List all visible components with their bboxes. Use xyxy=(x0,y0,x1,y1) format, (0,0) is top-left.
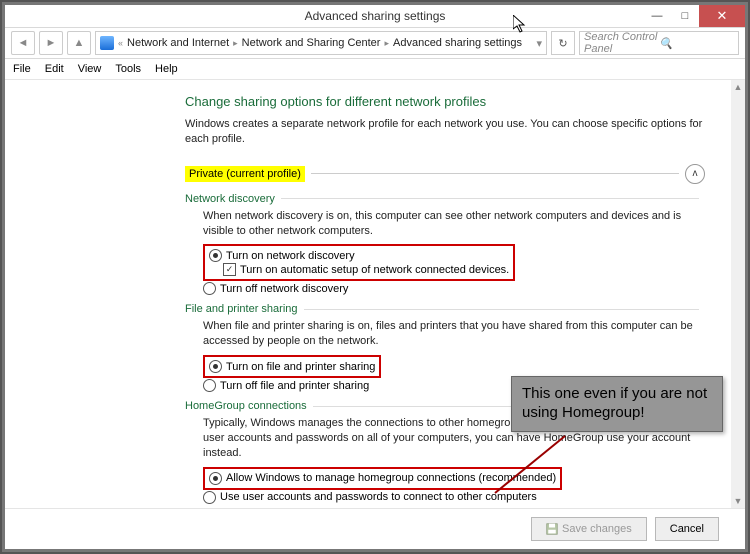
section-file-printer: File and printer sharing xyxy=(185,303,705,315)
back-button[interactable]: ◄ xyxy=(11,31,35,55)
search-placeholder: Search Control Panel xyxy=(584,31,659,55)
intro-text: Windows creates a separate network profi… xyxy=(185,117,705,147)
footer: Save changes Cancel xyxy=(5,508,745,549)
radio-fp-on[interactable] xyxy=(209,360,222,373)
nd-auto-label: Turn on automatic setup of network conne… xyxy=(240,264,509,276)
fp-on-label: Turn on file and printer sharing xyxy=(226,361,375,373)
nav-bar: ◄ ► ▲ « Network and Internet▸ Network an… xyxy=(5,28,745,59)
breadcrumb[interactable]: « Network and Internet▸ Network and Shar… xyxy=(95,31,547,55)
highlight-box: Turn on file and printer sharing xyxy=(203,355,381,378)
fp-desc: When file and printer sharing is on, fil… xyxy=(203,319,705,349)
nd-on-label: Turn on network discovery xyxy=(226,250,355,262)
collapse-icon[interactable]: ʌ xyxy=(685,164,705,184)
radio-fp-off[interactable] xyxy=(203,379,216,392)
profile-private-header[interactable]: Private (current profile) ʌ xyxy=(185,163,705,185)
annotation-callout: This one even if you are not using Homeg… xyxy=(511,376,723,432)
forward-button[interactable]: ► xyxy=(39,31,63,55)
maximize-button[interactable]: □ xyxy=(671,5,699,27)
search-icon: 🔍 xyxy=(659,37,734,50)
cancel-label: Cancel xyxy=(670,523,704,535)
nd-off-label: Turn off network discovery xyxy=(220,283,348,295)
up-button[interactable]: ▲ xyxy=(67,31,91,55)
menu-file[interactable]: File xyxy=(13,63,31,75)
menu-view[interactable]: View xyxy=(78,63,102,75)
hg-user-label: Use user accounts and passwords to conne… xyxy=(220,491,537,503)
radio-hg-allow[interactable] xyxy=(209,472,222,485)
radio-hg-user[interactable] xyxy=(203,491,216,504)
menu-help[interactable]: Help xyxy=(155,63,178,75)
highlight-box: Turn on network discovery ✓ Turn on autom… xyxy=(203,244,515,281)
highlight-box: Allow Windows to manage homegroup connec… xyxy=(203,467,562,490)
hg-allow-label: Allow Windows to manage homegroup connec… xyxy=(226,472,556,484)
crumb[interactable]: Network and Internet xyxy=(127,37,229,49)
menu-edit[interactable]: Edit xyxy=(45,63,64,75)
scrollbar[interactable]: ▲ ▼ xyxy=(731,80,745,508)
section-network-discovery: Network discovery xyxy=(185,193,705,205)
minimize-button[interactable]: — xyxy=(643,5,671,27)
checkbox-nd-auto[interactable]: ✓ xyxy=(223,263,236,276)
nd-desc: When network discovery is on, this compu… xyxy=(203,209,705,239)
fp-off-label: Turn off file and printer sharing xyxy=(220,380,369,392)
save-icon xyxy=(546,523,558,535)
save-label: Save changes xyxy=(562,523,632,535)
menu-bar: File Edit View Tools Help xyxy=(5,59,745,80)
close-button[interactable]: ✕ xyxy=(699,5,745,27)
content-area: ▲ ▼ Change sharing options for different… xyxy=(5,80,745,508)
page-heading: Change sharing options for different net… xyxy=(185,94,705,109)
title-bar: Advanced sharing settings — □ ✕ xyxy=(5,5,745,28)
crumb[interactable]: Network and Sharing Center xyxy=(242,37,381,49)
window-title: Advanced sharing settings xyxy=(305,9,446,23)
control-panel-icon xyxy=(100,36,114,50)
profile-private-label: Private (current profile) xyxy=(185,166,305,182)
menu-tools[interactable]: Tools xyxy=(115,63,141,75)
refresh-button[interactable]: ↻ xyxy=(551,31,575,55)
radio-nd-on[interactable] xyxy=(209,249,222,262)
save-button[interactable]: Save changes xyxy=(531,517,647,541)
search-input[interactable]: Search Control Panel 🔍 xyxy=(579,31,739,55)
radio-nd-off[interactable] xyxy=(203,282,216,295)
cancel-button[interactable]: Cancel xyxy=(655,517,719,541)
crumb[interactable]: Advanced sharing settings xyxy=(393,37,522,49)
